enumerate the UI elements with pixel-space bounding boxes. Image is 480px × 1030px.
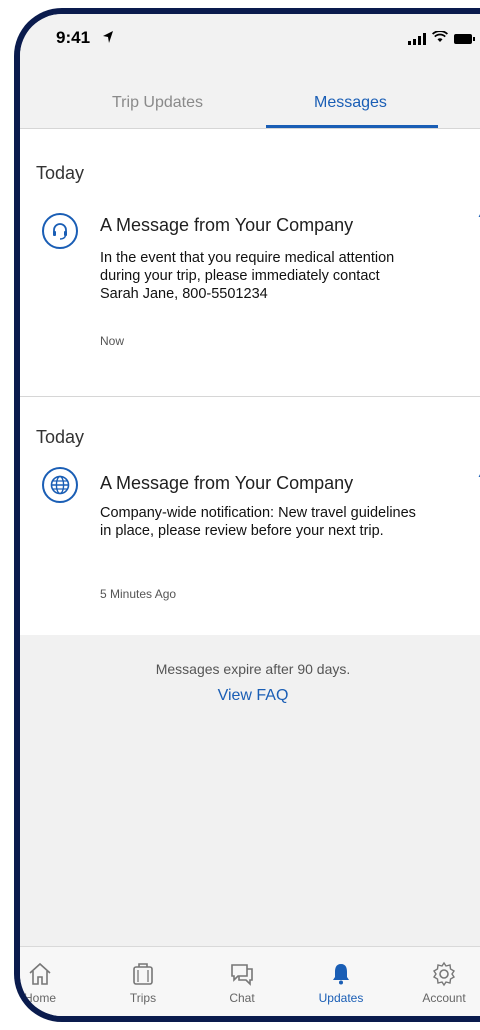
message-card[interactable]: Today A Message from Your Company ^ Comp… (20, 397, 480, 635)
section-heading: Today (36, 163, 85, 183)
nav-home[interactable]: Home (20, 947, 80, 1005)
nav-chat[interactable]: Chat (202, 947, 282, 1005)
gear-icon (404, 961, 480, 987)
nav-label: Home (23, 991, 56, 1005)
message-card[interactable]: Today A Message from Your Company ^ In t… (20, 129, 480, 396)
luggage-icon (103, 961, 183, 987)
status-time: 9:41 (56, 28, 91, 47)
battery-icon (454, 34, 475, 44)
section-heading: Today (36, 427, 85, 447)
globe-icon (42, 467, 78, 503)
screen: 9:41 Trip Updates Messages Today A Messa… (20, 14, 480, 1016)
nav-label: Chat (229, 991, 255, 1005)
message-body: Company-wide notification: New travel gu… (100, 505, 416, 539)
active-tab-indicator (266, 125, 438, 128)
home-icon (20, 961, 80, 987)
expiry-note: Messages expire after 90 days. (155, 661, 351, 677)
signal-icon (408, 33, 426, 45)
nav-label: Account (422, 991, 466, 1005)
message-title: A Message from Your Company (100, 215, 354, 235)
bell-icon (301, 961, 381, 987)
nav-label: Updates (318, 991, 364, 1005)
message-timestamp: 5 Minutes Ago (100, 587, 177, 601)
view-faq-link[interactable]: View FAQ (20, 687, 480, 705)
device-frame: 9:41 Trip Updates Messages Today A Messa… (14, 8, 480, 1022)
nav-label: Trips (129, 991, 157, 1005)
bottom-nav: Home Trips Chat Updates Account (20, 946, 480, 1016)
tab-bar: Trip Updates Messages (20, 66, 480, 129)
status-icons (408, 30, 475, 48)
nav-trips[interactable]: Trips (103, 947, 183, 1005)
status-bar: 9:41 (20, 14, 480, 66)
message-title: A Message from Your Company (100, 473, 354, 493)
tab-messages[interactable]: Messages (314, 94, 387, 112)
tab-trip-updates[interactable]: Trip Updates (112, 94, 203, 112)
nav-account[interactable]: Account (404, 947, 480, 1005)
wifi-icon (431, 30, 449, 48)
location-arrow-icon (102, 30, 114, 49)
message-timestamp: Now (100, 334, 125, 348)
chat-icon (202, 961, 282, 987)
headset-icon (42, 213, 78, 249)
nav-updates[interactable]: Updates (301, 947, 381, 1005)
message-body: In the event that you require medical at… (100, 250, 395, 302)
